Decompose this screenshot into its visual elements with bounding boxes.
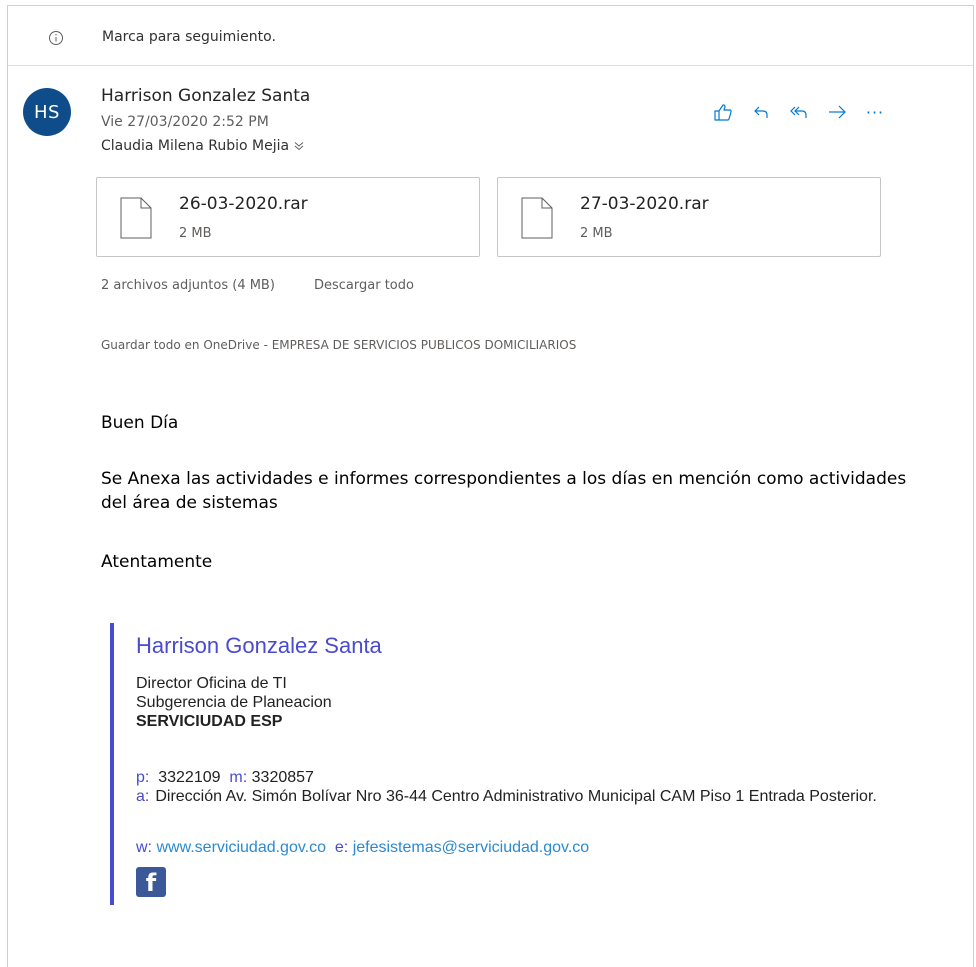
phone-number: 3322109: [158, 769, 221, 786]
signature-name: Harrison Gonzalez Santa: [136, 633, 382, 658]
save-to-onedrive-link[interactable]: Guardar todo en OneDrive - EMPRESA DE SE…: [101, 338, 576, 352]
signature-web: w: www.serviciudad.gov.co e: jefesistema…: [136, 839, 589, 857]
signature-department: Subgerencia de Planeacion: [136, 694, 332, 711]
sender-avatar[interactable]: HS: [23, 88, 71, 136]
forward-button[interactable]: [819, 98, 855, 126]
reply-all-icon: [790, 106, 807, 118]
facebook-glyph: f: [145, 869, 157, 897]
address-text: Dirección Av. Simón Bolívar Nro 36-44 Ce…: [155, 788, 877, 805]
flag-infobar: Marca para seguimiento.: [8, 6, 973, 66]
signature-role: Director Oficina de TI: [136, 675, 287, 692]
recipient-name[interactable]: Claudia Milena Rubio Mejia: [101, 138, 289, 154]
attachment-name: 27-03-2020.rar: [580, 194, 709, 214]
facebook-icon[interactable]: f: [136, 867, 166, 897]
attachments-summary: 2 archivos adjuntos (4 MB): [101, 278, 275, 293]
message-paragraph: Se Anexa las actividades e informes corr…: [101, 469, 907, 513]
email-link[interactable]: jefesistemas@serviciudad.gov.co: [353, 839, 590, 856]
mobile-label: m:: [229, 769, 248, 786]
file-icon: [521, 197, 553, 239]
reply-all-button[interactable]: [781, 98, 817, 126]
attachment-size: 2 MB: [179, 226, 212, 241]
message-actions: ···: [705, 98, 895, 126]
recipient-line[interactable]: Claudia Milena Rubio Mejia: [101, 138, 305, 154]
sent-date: Vie 27/03/2020 2:52 PM: [101, 114, 269, 130]
phone-label: p:: [136, 769, 150, 786]
reply-button[interactable]: [743, 98, 779, 126]
signature-company: SERVICIUDAD ESP: [136, 713, 283, 730]
signature-address: a: Dirección Av. Simón Bolívar Nro 36-44…: [136, 788, 936, 806]
attachment-name: 26-03-2020.rar: [179, 194, 308, 214]
message-greeting: Buen Día: [101, 413, 179, 433]
website-link[interactable]: www.serviciudad.gov.co: [156, 839, 326, 856]
chevron-double-down-icon[interactable]: [293, 140, 305, 152]
thumbs-up-icon: [714, 104, 732, 121]
forward-icon: [829, 105, 846, 119]
sender-name[interactable]: Harrison Gonzalez Santa: [101, 86, 310, 106]
address-label: a:: [136, 788, 150, 805]
more-icon: ···: [865, 102, 885, 122]
attachment-card[interactable]: 27-03-2020.rar 2 MB: [497, 177, 881, 257]
more-actions-button[interactable]: ···: [857, 98, 893, 126]
reply-icon: [754, 106, 768, 118]
attachment-card[interactable]: 26-03-2020.rar 2 MB: [96, 177, 480, 257]
web-label: w:: [136, 839, 152, 856]
email-signature: Harrison Gonzalez Santa Director Oficina…: [110, 623, 950, 905]
message-pane: Marca para seguimiento. HS Harrison Gonz…: [7, 5, 974, 967]
flag-text: Marca para seguimiento.: [102, 29, 276, 45]
info-icon: [49, 31, 63, 45]
download-all-link[interactable]: Descargar todo: [314, 278, 414, 293]
message-closing: Atentamente: [101, 552, 213, 572]
email-label: e:: [334, 839, 349, 856]
mobile-number: 3320857: [251, 769, 314, 786]
attachment-size: 2 MB: [580, 226, 613, 241]
file-icon: [120, 197, 152, 239]
like-button[interactable]: [705, 98, 741, 126]
signature-phones: p: 3322109 m: 3320857: [136, 769, 314, 787]
